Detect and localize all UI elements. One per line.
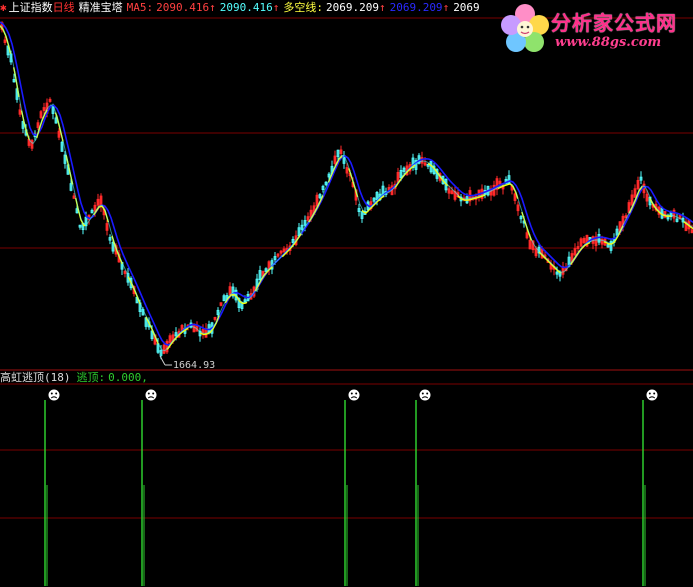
candle-body	[579, 238, 583, 247]
candle-body	[498, 180, 502, 185]
index-name: 上证指数	[8, 1, 53, 14]
candle-body	[447, 188, 451, 194]
indicator-name: 精准宝塔	[78, 1, 123, 14]
ma5-value-2: 2090.416	[219, 1, 273, 14]
grid-lines	[0, 17, 693, 519]
signal-series	[44, 388, 659, 586]
sub-panel-header: 高虹逃顶(18) 逃顶: 0.000,	[0, 371, 148, 385]
ma5-label: MA5:	[126, 1, 154, 14]
candle-body	[582, 237, 586, 244]
candle-body	[162, 344, 166, 354]
candle-body	[645, 193, 649, 202]
frown-face-icon	[144, 388, 158, 402]
candle-body	[636, 179, 640, 190]
candle-body	[333, 155, 337, 165]
ma5-value-1: 2090.416	[156, 1, 210, 14]
sub-indicator-param: (18)	[44, 371, 71, 384]
candlestick-series	[0, 21, 693, 360]
ma-blue-line	[0, 21, 693, 346]
candle-body	[3, 39, 7, 44]
extra-value-2: 2069	[453, 1, 480, 14]
low-arrow-line	[159, 355, 166, 366]
candle-body	[48, 98, 52, 102]
flower-icon	[501, 4, 549, 52]
candle-body	[534, 248, 538, 257]
stock-chart-window: 1664.93 ✱ 上证指数日线 精准宝塔 MA5: 2090.416↑ 2090.416…	[0, 0, 693, 587]
price-chart[interactable]: 1664.93	[0, 0, 693, 587]
candle-body	[57, 130, 61, 138]
candle-body	[279, 250, 283, 254]
candle-body	[633, 188, 637, 198]
candle-body	[525, 232, 529, 239]
up-arrow-icon: ↑	[378, 1, 386, 14]
frown-face-icon	[47, 388, 61, 402]
candle-body	[573, 248, 577, 256]
candle-body	[201, 328, 205, 334]
candle-body	[36, 122, 40, 128]
candle-body	[213, 316, 217, 320]
candle-body	[165, 340, 169, 353]
candle-body	[528, 239, 532, 250]
candle-body	[42, 107, 46, 112]
up-arrow-icon: ↑	[442, 1, 450, 14]
sub-output-value: 0.000,	[108, 371, 148, 384]
menu-icon[interactable]: ✱	[0, 1, 7, 14]
candle-body	[630, 194, 634, 206]
ma-yellow-line	[0, 25, 693, 353]
candle-body	[219, 302, 223, 306]
candle-body	[228, 286, 232, 296]
ma-cyan-line	[0, 24, 693, 352]
candle-body	[306, 216, 310, 221]
frown-face-icon	[645, 388, 659, 402]
candle-body	[282, 248, 286, 253]
frown-face-icon	[418, 388, 432, 402]
sub-output-label: 逃顶:	[76, 371, 106, 384]
candle-body	[576, 246, 580, 249]
candle-body	[672, 209, 676, 219]
up-arrow-icon: ↑	[272, 1, 280, 14]
duokong-label: 多空线:	[283, 1, 323, 14]
candle-body	[423, 162, 427, 166]
candle-body	[39, 111, 43, 119]
logo-text-cn: 分析家公式网	[551, 11, 677, 35]
frown-face-icon	[347, 388, 361, 402]
candle-body	[72, 195, 76, 199]
candle-body	[450, 190, 454, 195]
brand-logo: 分析家公式网 www.88gs.com	[497, 1, 687, 57]
up-arrow-icon: ↑	[209, 1, 216, 14]
moving-average-lines	[0, 21, 693, 353]
candle-body	[18, 109, 22, 115]
candle-body	[315, 194, 319, 207]
candle-body	[513, 193, 517, 202]
candle-body	[345, 167, 349, 174]
candle-body	[276, 253, 280, 257]
candle-body	[168, 335, 172, 344]
low-price-marker: 1664.93	[159, 355, 215, 371]
duokong-value: 2069.209	[325, 1, 379, 14]
candle-body	[96, 198, 100, 206]
low-price-label: 1664.93	[173, 360, 215, 371]
period-name: 日线	[52, 1, 75, 14]
candle-body	[123, 270, 127, 274]
logo-text-url: www.88gs.com	[555, 35, 662, 50]
candle-body	[105, 223, 109, 231]
sub-indicator-name: 高虹逃顶	[0, 371, 44, 384]
candle-body	[516, 204, 520, 212]
candle-body	[339, 149, 343, 154]
candle-body	[477, 189, 481, 197]
extra-value: 2069.209	[389, 1, 443, 14]
